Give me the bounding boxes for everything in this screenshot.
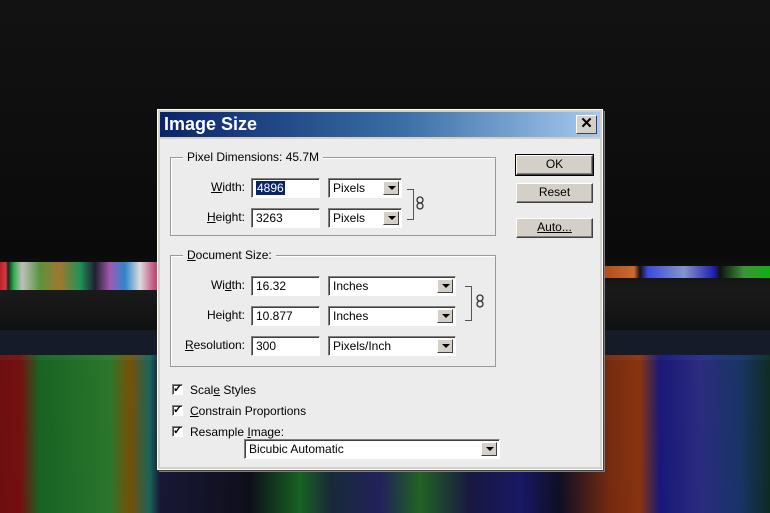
resolution-label: Resolution:: [171, 338, 245, 352]
resolution-unit-select[interactable]: Pixels/Inch: [328, 336, 456, 356]
doc-width-label-pre: Wi: [210, 278, 225, 292]
chevron-down-icon[interactable]: [437, 279, 453, 293]
pixel-dimensions-legend: Pixel Dimensions: 45.7M: [183, 150, 324, 164]
title-bar[interactable]: Image Size ✕: [160, 112, 600, 137]
pixel-height-label-accel: H: [206, 210, 216, 224]
pixel-width-unit-value: Pixels: [333, 181, 366, 195]
dialog-content: Pixel Dimensions: 45.7M Width: 4896 Pixe…: [160, 139, 600, 467]
constrain-label-accel: C: [190, 404, 199, 418]
doc-height-label-accel: g: [224, 308, 232, 322]
pixel-constrain-bracket: [407, 189, 414, 220]
doc-width-label-rest: th:: [231, 278, 245, 292]
chevron-down-icon[interactable]: [437, 339, 453, 353]
pixel-height-label-rest: eight:: [215, 210, 245, 224]
pixel-width-value: 4896: [256, 181, 285, 195]
resample-method-select[interactable]: Bicubic Automatic: [244, 439, 500, 459]
doc-width-label: Width:: [171, 278, 245, 292]
resample-image-label: Resample Image:: [190, 425, 284, 439]
doc-height-input[interactable]: 10.877: [251, 306, 320, 326]
chain-link-icon: [416, 196, 424, 210]
resolution-label-rest: esolution:: [193, 338, 245, 352]
pixel-height-value: 3263: [256, 211, 283, 225]
doc-width-unit-select[interactable]: Inches: [328, 276, 456, 296]
resolution-unit-value: Pixels/Inch: [333, 339, 392, 353]
reset-button[interactable]: Reset: [516, 183, 593, 203]
doc-width-input[interactable]: 16.32: [251, 276, 320, 296]
doc-height-label-pre: Hei: [206, 308, 225, 322]
chain-link-icon: [476, 294, 484, 308]
chevron-down-icon[interactable]: [481, 442, 497, 456]
pixel-width-label-rest: idth:: [222, 180, 245, 194]
bridge-lights-right: [604, 266, 770, 278]
constrain-proportions-label: Constrain Proportions: [190, 404, 306, 418]
doc-width-value: 16.32: [256, 279, 287, 293]
doc-height-unit-select[interactable]: Inches: [328, 306, 456, 326]
doc-height-unit-value: Inches: [333, 309, 369, 323]
document-size-legend-rest: ocument Size:: [195, 248, 272, 262]
resolution-label-accel: R: [184, 338, 194, 352]
resample-image-checkbox[interactable]: ✓: [172, 426, 183, 437]
auto-button-label: Auto...: [537, 220, 572, 234]
pixel-width-label: Width:: [171, 180, 245, 194]
pixel-width-unit-select[interactable]: Pixels: [328, 178, 402, 198]
scale-styles-label-rest: Styles: [220, 383, 257, 397]
doc-width-label-accel: d: [224, 278, 232, 292]
resample-label-pre: Resample: [190, 425, 248, 439]
dialog-title: Image Size: [164, 114, 258, 134]
ok-button[interactable]: OK: [515, 154, 594, 176]
scale-styles-label-pre: Scal: [190, 383, 214, 397]
resolution-value: 300: [256, 339, 277, 353]
auto-button[interactable]: Auto...: [516, 218, 593, 238]
pixel-height-label: Height:: [171, 210, 245, 224]
scale-styles-label: Scale Styles: [190, 383, 256, 397]
pixel-height-unit-value: Pixels: [333, 211, 366, 225]
close-button[interactable]: ✕: [576, 115, 597, 134]
chevron-down-icon[interactable]: [383, 211, 399, 225]
pixel-dimensions-group: Pixel Dimensions: 45.7M Width: 4896 Pixe…: [170, 150, 496, 236]
image-size-dialog: Image Size ✕ Pixel Dimensions: 45.7M Wid…: [157, 109, 603, 470]
document-size-group: Document Size: Width: 16.32 Inches Heigh…: [170, 248, 496, 367]
constrain-proportions-checkbox[interactable]: ✓: [172, 405, 183, 416]
scale-styles-checkbox[interactable]: ✓: [172, 384, 183, 395]
pixel-width-label-accel: W: [210, 180, 223, 194]
doc-width-unit-value: Inches: [333, 279, 369, 293]
pixel-height-unit-select[interactable]: Pixels: [328, 208, 402, 228]
document-size-legend: Document Size:: [183, 248, 276, 262]
constrain-label-rest: onstrain Proportions: [198, 404, 307, 418]
bridge-lights-left: [0, 262, 160, 290]
doc-height-label-rest: ht:: [231, 308, 245, 322]
document-size-legend-accel: D: [187, 248, 196, 262]
resample-label-rest: mage:: [250, 425, 285, 439]
chevron-down-icon[interactable]: [437, 309, 453, 323]
resample-method-value: Bicubic Automatic: [249, 442, 344, 456]
pixel-width-input[interactable]: 4896: [251, 178, 320, 198]
doc-height-label: Height:: [171, 308, 245, 322]
chevron-down-icon[interactable]: [383, 181, 399, 195]
close-icon: ✕: [580, 115, 593, 132]
doc-height-value: 10.877: [256, 309, 293, 323]
document-constrain-bracket: [465, 286, 472, 321]
resolution-input[interactable]: 300: [251, 336, 320, 356]
pixel-height-input[interactable]: 3263: [251, 208, 320, 228]
